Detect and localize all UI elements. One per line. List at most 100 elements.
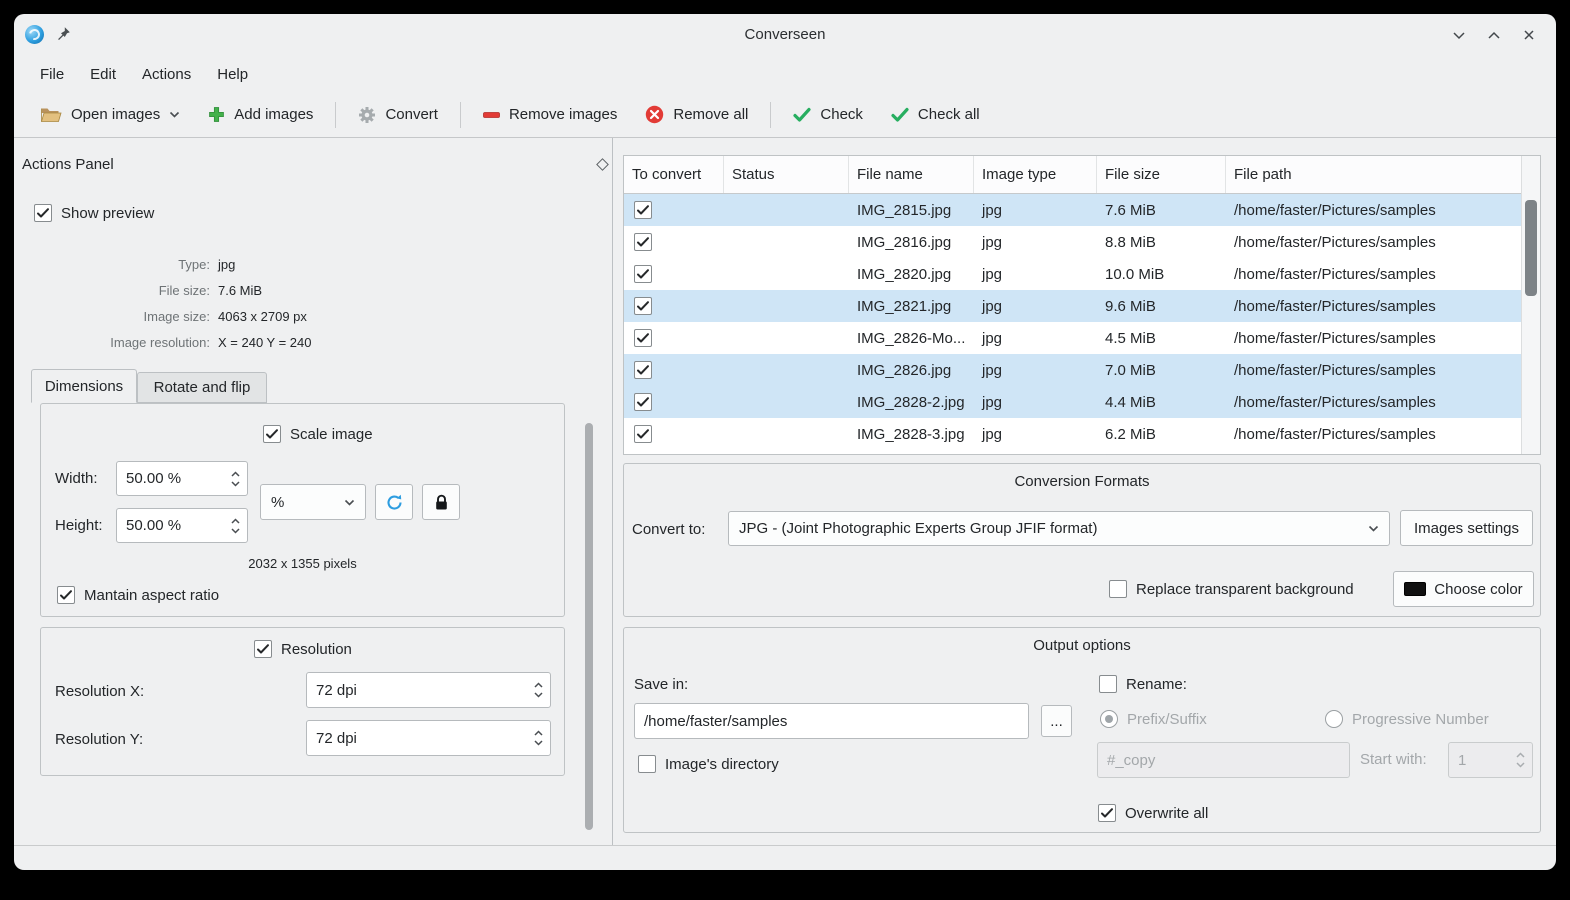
choose-color-button[interactable]: Choose color	[1393, 571, 1534, 607]
spinner-arrows-icon[interactable]	[534, 682, 543, 698]
menu-help[interactable]: Help	[204, 60, 261, 88]
maintain-aspect-checkbox[interactable]: Mantain aspect ratio	[57, 586, 219, 604]
spinner-arrows-icon[interactable]	[231, 518, 240, 534]
row-image-type: jpg	[974, 394, 1097, 411]
column-file-size[interactable]: File size	[1097, 156, 1226, 193]
file-size-label: File size:	[34, 283, 210, 298]
resolution-checkbox[interactable]: Resolution	[254, 640, 352, 658]
row-file-name: IMG_2828-2.jpg	[849, 394, 974, 411]
resolution-y-value: 72 dpi	[316, 730, 534, 747]
row-checkbox[interactable]	[634, 265, 652, 283]
scale-image-label: Scale image	[290, 426, 373, 443]
table-scrollbar-handle[interactable]	[1525, 200, 1537, 296]
remove-images-button[interactable]: Remove images	[471, 97, 629, 133]
toolbar: Open images Add images Convert	[14, 92, 1556, 138]
info-row-resolution: Image resolution: X = 240 Y = 240	[34, 329, 394, 355]
width-spinbox[interactable]: 50.00 %	[116, 461, 248, 496]
overwrite-all-checkbox[interactable]: Overwrite all	[1098, 804, 1208, 822]
browse-button[interactable]: ...	[1041, 705, 1072, 737]
convert-to-label: Convert to:	[632, 521, 705, 538]
row-image-type: jpg	[974, 266, 1097, 283]
row-checkbox[interactable]	[634, 425, 652, 443]
maintain-aspect-label: Mantain aspect ratio	[84, 587, 219, 604]
column-image-type[interactable]: Image type	[974, 156, 1097, 193]
resolution-y-spinbox[interactable]: 72 dpi	[306, 720, 551, 756]
table-row[interactable]: IMG_2826-Mo... jpg 4.5 MiB /home/faster/…	[624, 322, 1521, 354]
rename-checkbox[interactable]: Rename:	[1099, 675, 1187, 693]
output-options-title: Output options	[624, 637, 1540, 654]
row-checkbox[interactable]	[634, 201, 652, 219]
rename-pattern-input[interactable]	[1097, 742, 1350, 778]
height-spinbox[interactable]: 50.00 %	[116, 508, 248, 543]
show-preview-checkbox[interactable]: Show preview	[34, 204, 154, 222]
width-label: Width:	[55, 470, 98, 487]
start-with-spinbox[interactable]: 1	[1448, 742, 1533, 778]
table-row[interactable]: IMG_2821.jpg jpg 9.6 MiB /home/faster/Pi…	[624, 290, 1521, 322]
row-checkbox[interactable]	[634, 393, 652, 411]
window-title: Converseen	[14, 26, 1556, 43]
scale-image-checkbox[interactable]: Scale image	[263, 425, 373, 443]
add-images-label: Add images	[234, 106, 313, 123]
row-image-type: jpg	[974, 330, 1097, 347]
dock-float-icon[interactable]	[596, 158, 609, 171]
progressive-number-radio[interactable]: Progressive Number	[1325, 710, 1489, 728]
row-image-type: jpg	[974, 298, 1097, 315]
column-to-convert[interactable]: To convert	[624, 156, 724, 193]
row-checkbox[interactable]	[634, 297, 652, 315]
close-button[interactable]	[1520, 26, 1538, 44]
actions-panel-title: Actions Panel	[22, 156, 114, 173]
reset-size-button[interactable]	[375, 484, 413, 520]
unit-combobox[interactable]: %	[260, 484, 366, 520]
spinner-arrows-icon[interactable]	[534, 730, 543, 746]
row-checkbox[interactable]	[634, 233, 652, 251]
row-file-path: /home/faster/Pictures/samples	[1226, 298, 1521, 315]
open-images-button[interactable]: Open images	[28, 97, 192, 133]
column-status[interactable]: Status	[724, 156, 849, 193]
minimize-button[interactable]	[1450, 26, 1468, 44]
table-row[interactable]: IMG_2815.jpg jpg 7.6 MiB /home/faster/Pi…	[624, 194, 1521, 226]
images-settings-button[interactable]: Images settings	[1400, 510, 1533, 546]
resolution-x-spinbox[interactable]: 72 dpi	[306, 672, 551, 708]
maximize-button[interactable]	[1485, 26, 1503, 44]
check-all-label: Check all	[918, 106, 980, 123]
convert-button[interactable]: Convert	[346, 97, 450, 133]
spinner-arrows-icon[interactable]	[1516, 752, 1525, 768]
row-file-path: /home/faster/Pictures/samples	[1226, 394, 1521, 411]
check-all-button[interactable]: Check all	[879, 97, 992, 133]
check-button[interactable]: Check	[781, 97, 875, 133]
menu-file[interactable]: File	[27, 60, 77, 88]
tab-dimensions[interactable]: Dimensions	[31, 369, 137, 403]
tab-rotate-and-flip[interactable]: Rotate and flip	[137, 372, 267, 403]
column-file-name[interactable]: File name	[849, 156, 974, 193]
table-row[interactable]: IMG_2828-2.jpg jpg 4.4 MiB /home/faster/…	[624, 386, 1521, 418]
column-file-path[interactable]: File path	[1226, 156, 1521, 193]
row-checkbox[interactable]	[634, 361, 652, 379]
prefix-suffix-radio[interactable]: Prefix/Suffix	[1100, 710, 1207, 728]
replace-background-checkbox[interactable]: Replace transparent background	[1109, 580, 1354, 598]
image-resolution-value: X = 240 Y = 240	[218, 335, 312, 350]
row-file-size: 9.6 MiB	[1097, 298, 1226, 315]
table-row[interactable]: IMG_2826.jpg jpg 7.0 MiB /home/faster/Pi…	[624, 354, 1521, 386]
minus-icon	[483, 112, 500, 118]
remove-all-button[interactable]: Remove all	[633, 97, 760, 133]
row-file-path: /home/faster/Pictures/samples	[1226, 426, 1521, 443]
table-scrollbar[interactable]	[1521, 156, 1540, 454]
add-images-button[interactable]: Add images	[196, 97, 325, 133]
menubar: File Edit Actions Help	[14, 56, 1556, 92]
menu-edit[interactable]: Edit	[77, 60, 129, 88]
spinner-arrows-icon[interactable]	[231, 471, 240, 487]
images-directory-checkbox[interactable]: Image's directory	[638, 755, 779, 773]
lock-ratio-button[interactable]	[422, 484, 460, 520]
table-row[interactable]: IMG_2816.jpg jpg 8.8 MiB /home/faster/Pi…	[624, 226, 1521, 258]
check-icon	[793, 107, 811, 122]
cancel-circle-icon	[645, 105, 664, 124]
menu-actions[interactable]: Actions	[129, 60, 204, 88]
save-path-input[interactable]	[634, 703, 1029, 739]
format-combobox[interactable]: JPG - (Joint Photographic Experts Group …	[728, 511, 1390, 546]
row-checkbox[interactable]	[634, 329, 652, 347]
panel-scrollbar[interactable]	[585, 423, 593, 830]
checkbox-box	[263, 425, 281, 443]
browse-label: ...	[1050, 713, 1063, 730]
table-row[interactable]: IMG_2820.jpg jpg 10.0 MiB /home/faster/P…	[624, 258, 1521, 290]
table-row[interactable]: IMG_2828-3.jpg jpg 6.2 MiB /home/faster/…	[624, 418, 1521, 450]
